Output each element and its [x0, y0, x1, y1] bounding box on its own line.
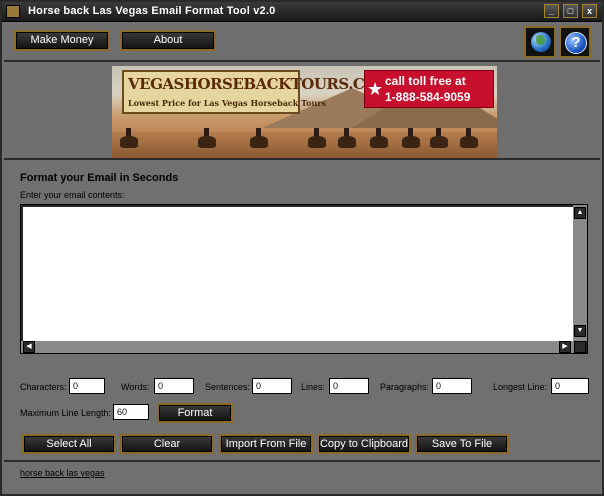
horse-rider-icon — [250, 128, 268, 148]
footer-link[interactable]: horse back las vegas — [20, 468, 105, 478]
horizontal-scrollbar[interactable]: ◀ ▶ — [21, 341, 575, 353]
site-logo: VEGASHORSEBACKTOURS.COM Lowest Price for… — [122, 70, 394, 114]
help-button[interactable]: ? — [559, 26, 591, 58]
page-title: Format your Email in Seconds — [20, 172, 179, 184]
horse-rider-icon — [402, 128, 420, 148]
phone-callout: ★ call toll free at 1-888-584-9059 — [364, 70, 494, 108]
size-grip-icon[interactable] — [574, 341, 586, 353]
sentences-label: Sentences: — [205, 382, 251, 392]
horse-rider-icon — [370, 128, 388, 148]
horse-rider-icon — [338, 128, 356, 148]
import-from-file-button[interactable]: Import From File — [219, 434, 313, 454]
lines-label: Lines: — [301, 382, 326, 392]
vertical-scrollbar[interactable]: ▲ ▼ — [573, 205, 587, 341]
scroll-down-icon[interactable]: ▼ — [574, 325, 586, 337]
logo-title: VEGASHORSEBACKTOURS.COM — [128, 75, 394, 93]
app-icon[interactable] — [6, 5, 20, 18]
clear-button[interactable]: Clear — [120, 434, 214, 454]
longest-line-label: Longest Line: — [493, 382, 548, 392]
banner-ad[interactable]: VEGASHORSEBACKTOURS.COM Lowest Price for… — [112, 66, 497, 158]
horse-rider-icon — [120, 128, 138, 148]
sentences-field[interactable]: 0 — [252, 378, 292, 394]
characters-label: Characters: — [20, 382, 67, 392]
footer-divider — [4, 460, 600, 462]
words-label: Words: — [121, 382, 150, 392]
horse-rider-icon — [308, 128, 326, 148]
email-textarea[interactable] — [23, 207, 573, 341]
horse-rider-icon — [198, 128, 216, 148]
main-panel: Format your Email in Seconds Enter your … — [4, 162, 600, 478]
globe-button[interactable] — [524, 26, 556, 58]
about-button[interactable]: About — [120, 30, 216, 51]
paragraphs-field[interactable]: 0 — [432, 378, 472, 394]
globe-icon — [531, 32, 551, 52]
email-editor: ▲ ▼ ◀ ▶ — [20, 204, 588, 354]
help-icon: ? — [565, 32, 587, 54]
scroll-up-icon[interactable]: ▲ — [574, 207, 586, 219]
top-toolbar: Make Money About ? — [4, 24, 600, 62]
scroll-left-icon[interactable]: ◀ — [23, 341, 35, 353]
maximize-button[interactable]: □ — [563, 4, 578, 18]
longest-line-field[interactable]: 0 — [551, 378, 589, 394]
lines-field[interactable]: 0 — [329, 378, 369, 394]
make-money-button[interactable]: Make Money — [14, 30, 110, 51]
callout-text: call toll free at — [385, 74, 466, 88]
scroll-right-icon[interactable]: ▶ — [559, 341, 571, 353]
app-window: Horse back Las Vegas Email Format Tool v… — [0, 0, 604, 496]
words-field[interactable]: 0 — [154, 378, 194, 394]
horse-rider-icon — [430, 128, 448, 148]
title-bar[interactable]: Horse back Las Vegas Email Format Tool v… — [2, 2, 602, 22]
save-to-file-button[interactable]: Save To File — [415, 434, 509, 454]
copy-to-clipboard-button[interactable]: Copy to Clipboard — [317, 434, 411, 454]
paragraphs-label: Paragraphs: — [380, 382, 430, 392]
phone-number: 1-888-584-9059 — [385, 90, 471, 104]
email-contents-label: Enter your email contents: — [20, 190, 125, 200]
format-button[interactable]: Format — [157, 403, 233, 423]
minimize-button[interactable]: _ — [544, 4, 559, 18]
max-line-length-label: Maximum Line Length: — [20, 408, 112, 418]
star-icon: ★ — [367, 79, 384, 99]
max-line-length-input[interactable]: 60 — [113, 404, 149, 420]
select-all-button[interactable]: Select All — [22, 434, 116, 454]
logo-subtitle: Lowest Price for Las Vegas Horseback Tou… — [128, 98, 327, 108]
close-button[interactable]: x — [582, 4, 597, 18]
characters-field[interactable]: 0 — [69, 378, 105, 394]
window-title: Horse back Las Vegas Email Format Tool v… — [28, 5, 276, 17]
horse-rider-icon — [460, 128, 478, 148]
banner-area: VEGASHORSEBACKTOURS.COM Lowest Price for… — [4, 64, 600, 160]
